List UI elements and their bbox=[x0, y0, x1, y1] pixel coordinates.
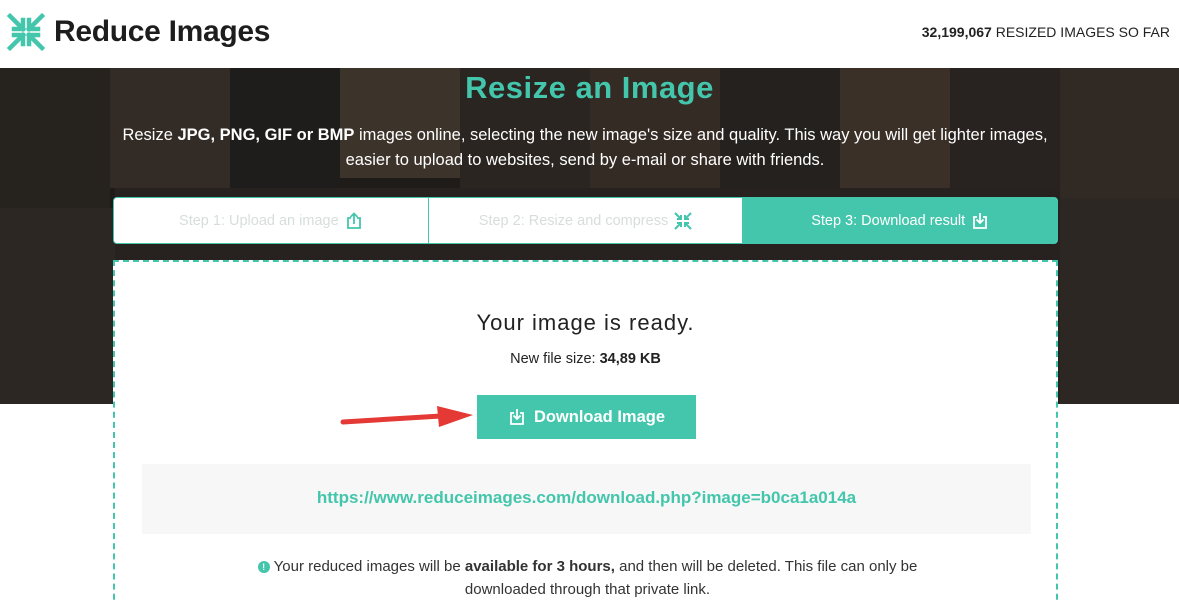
upload-icon bbox=[346, 211, 361, 229]
desc-text-1: Resize bbox=[122, 126, 178, 144]
step-download[interactable]: Step 3: Download result bbox=[743, 198, 1057, 243]
download-icon bbox=[510, 409, 524, 425]
file-size-value: 34,89 KB bbox=[599, 351, 661, 367]
step-resize[interactable]: Step 2: Resize and compress bbox=[428, 198, 744, 243]
step-upload[interactable]: Step 1: Upload an image bbox=[114, 198, 429, 243]
file-size-label: New file size: bbox=[510, 351, 600, 367]
step-upload-label: Step 1: Upload an image bbox=[179, 212, 339, 229]
desc-text-2: images online, selecting the new image's… bbox=[345, 126, 1048, 169]
download-link[interactable]: https://www.reduceimages.com/download.ph… bbox=[142, 488, 1031, 508]
page-description: Resize JPG, PNG, GIF or BMP images onlin… bbox=[120, 123, 1050, 173]
step-download-label: Step 3: Download result bbox=[811, 212, 966, 229]
counter-suffix: RESIZED IMAGES SO FAR bbox=[991, 24, 1170, 40]
step-resize-label: Step 2: Resize and compress bbox=[478, 212, 669, 229]
pointer-arrow-icon bbox=[340, 406, 473, 427]
page-title: Resize an Image bbox=[465, 70, 714, 105]
note-text-1: Your reduced images will be bbox=[273, 558, 465, 575]
images-counter: 32,199,067 RESIZED IMAGES SO FAR bbox=[922, 24, 1170, 40]
compress-icon bbox=[674, 211, 692, 230]
result-panel: Your image is ready. New file size: 34,8… bbox=[113, 260, 1058, 601]
logo[interactable]: Reduce Images bbox=[6, 12, 271, 52]
logo-text: Reduce Images bbox=[54, 15, 271, 48]
download-image-button[interactable]: Download Image bbox=[477, 395, 696, 439]
compress-arrows-icon bbox=[6, 12, 46, 52]
note-bold: available for 3 hours, bbox=[464, 558, 615, 575]
expiry-note: ! Your reduced images will be available f… bbox=[235, 555, 940, 601]
ready-heading: Your image is ready. bbox=[476, 310, 695, 335]
download-button-label: Download Image bbox=[533, 407, 666, 426]
file-size: New file size: 34,89 KB bbox=[115, 351, 1056, 367]
download-icon bbox=[973, 212, 988, 229]
download-link-box: https://www.reduceimages.com/download.ph… bbox=[142, 464, 1031, 534]
steps-bar: Step 1: Upload an image Step 2: Resize a… bbox=[113, 197, 1058, 244]
counter-number: 32,199,067 bbox=[921, 24, 992, 40]
info-icon: ! bbox=[257, 561, 270, 573]
desc-formats: JPG, PNG, GIF or BMP bbox=[177, 126, 355, 144]
site-header: Reduce Images 32,199,067 RESIZED IMAGES … bbox=[0, 0, 1179, 68]
